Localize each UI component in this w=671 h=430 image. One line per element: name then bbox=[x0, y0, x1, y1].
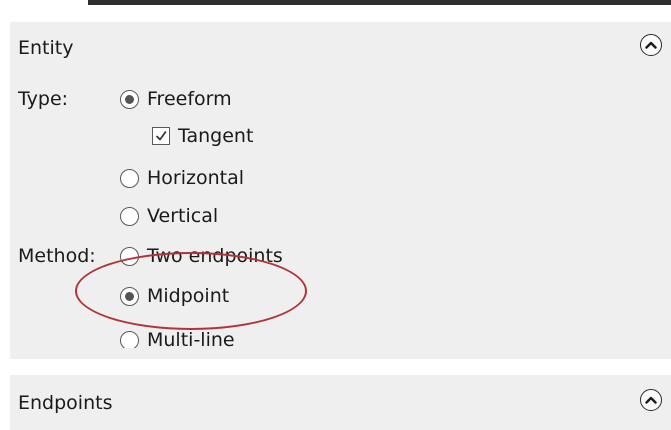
entity-collapse-button[interactable] bbox=[640, 34, 662, 56]
endpoints-title: Endpoints bbox=[18, 392, 113, 414]
tangent-checkbox[interactable]: Tangent bbox=[152, 124, 253, 148]
method-radio-midpoint[interactable]: Midpoint bbox=[120, 284, 229, 308]
type-label: Type: bbox=[18, 88, 69, 110]
checkmark-icon bbox=[152, 127, 170, 145]
tangent-label: Tangent bbox=[178, 125, 254, 147]
type-option-label: Freeform bbox=[147, 88, 232, 110]
type-option-label: Vertical bbox=[147, 205, 219, 227]
radio-unselected-icon bbox=[120, 206, 139, 226]
chevron-up-icon bbox=[645, 396, 657, 404]
type-radio-vertical[interactable]: Vertical bbox=[120, 204, 218, 228]
entity-title: Entity bbox=[18, 37, 74, 59]
top-border-bar bbox=[88, 0, 671, 5]
radio-unselected-icon bbox=[120, 246, 139, 266]
radio-unselected-icon bbox=[120, 168, 139, 188]
type-option-label: Horizontal bbox=[147, 167, 245, 189]
type-radio-horizontal[interactable]: Horizontal bbox=[120, 166, 244, 190]
radio-selected-icon bbox=[120, 89, 139, 109]
type-radio-freeform[interactable]: Freeform bbox=[120, 87, 232, 111]
method-option-label: Two endpoints bbox=[147, 245, 283, 267]
method-label: Method: bbox=[18, 245, 96, 267]
entity-panel: Entity Type: Freeform Tangent Horizontal… bbox=[10, 22, 671, 359]
endpoints-panel: Endpoints bbox=[10, 375, 671, 430]
method-radio-two-endpoints[interactable]: Two endpoints bbox=[120, 244, 283, 268]
radio-unselected-icon bbox=[120, 330, 139, 348]
endpoints-collapse-button[interactable] bbox=[640, 389, 662, 411]
method-option-label: Midpoint bbox=[147, 285, 230, 307]
method-option-label: Multi-line bbox=[147, 329, 235, 348]
multi-line-clip: Multi-line bbox=[120, 320, 320, 348]
method-radio-multi-line[interactable]: Multi-line bbox=[120, 328, 235, 348]
radio-selected-icon bbox=[120, 286, 139, 306]
chevron-up-icon bbox=[645, 41, 657, 49]
